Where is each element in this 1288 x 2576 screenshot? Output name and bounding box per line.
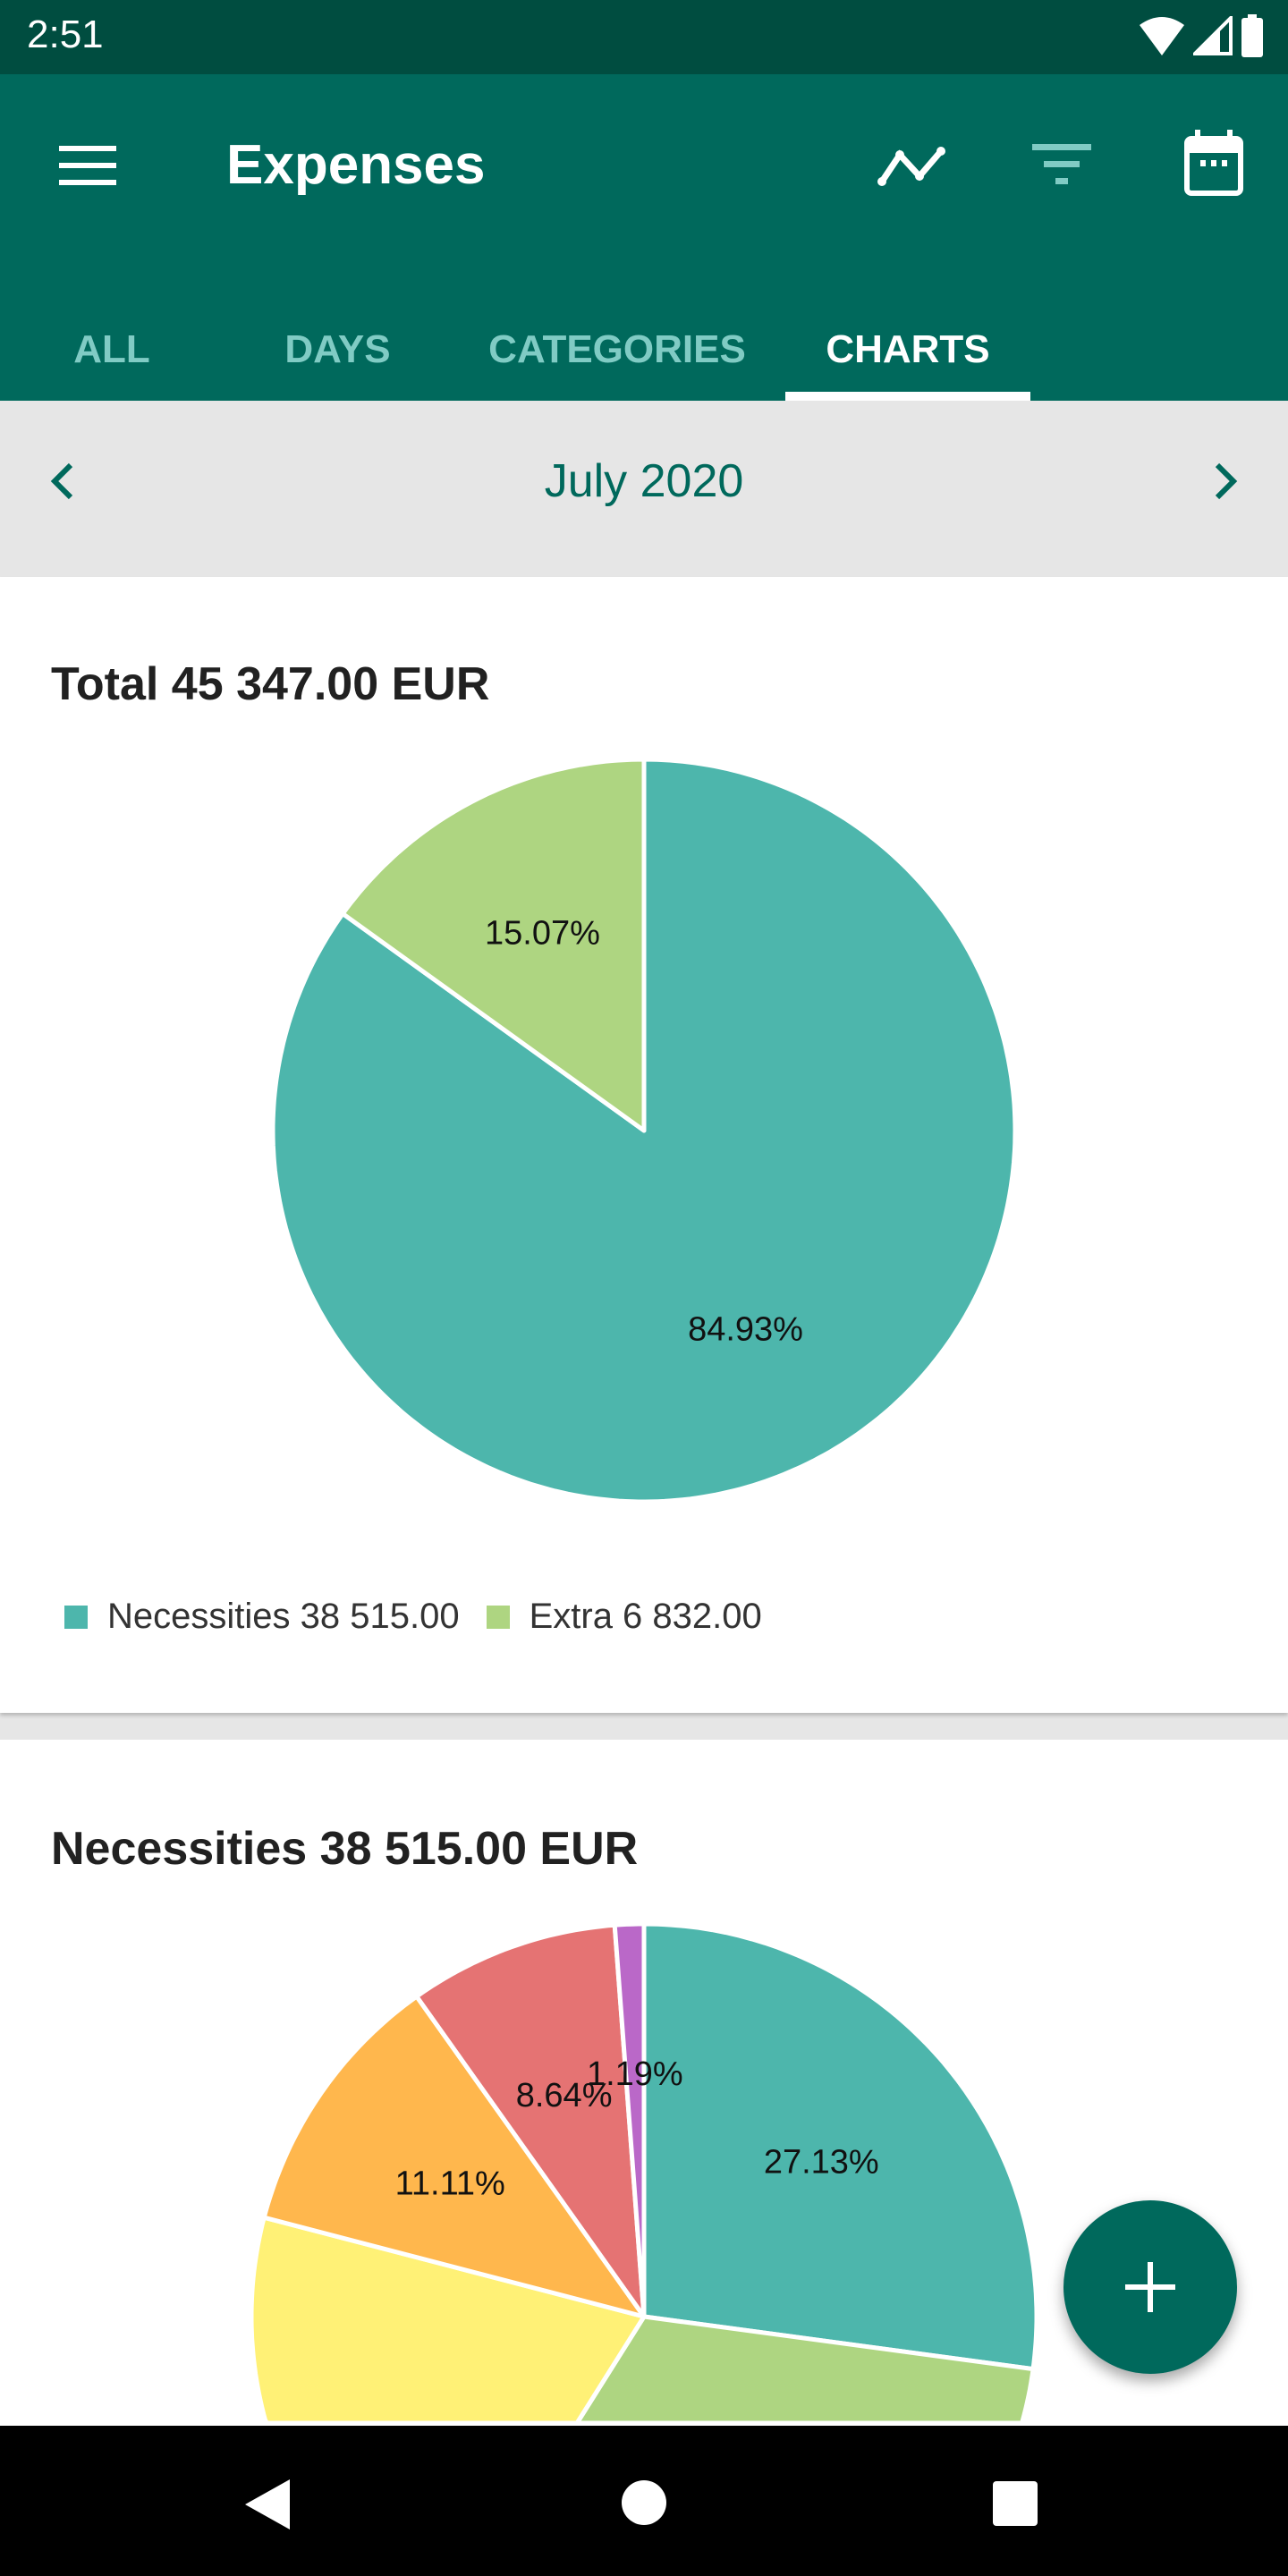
hamburger-menu-icon[interactable] (59, 146, 116, 185)
chevron-right-icon[interactable] (1212, 462, 1239, 501)
battery-icon (1241, 14, 1263, 57)
plus-icon (1125, 2262, 1175, 2312)
legend-label: Extra 6 832.00 (529, 1597, 762, 1636)
signal-icon (1193, 16, 1233, 55)
tab-days[interactable]: DAYS (259, 298, 416, 401)
system-nav-bar (0, 2426, 1288, 2576)
tab-categories[interactable]: CATEGORIES (474, 298, 760, 401)
total-chart-card: Total 45 347.00 EUR 84.93% 15.07% Necessi… (0, 577, 1288, 1713)
wifi-icon (1140, 17, 1184, 55)
add-expense-button[interactable] (1063, 2200, 1237, 2374)
tab-all[interactable]: ALL (36, 298, 188, 401)
calendar-icon[interactable] (1184, 130, 1243, 196)
app-bar: Expenses ALL DAYS CATEGORIES CHARTS (0, 74, 1288, 401)
status-time: 2:51 (27, 13, 104, 56)
filter-icon[interactable] (1032, 144, 1091, 185)
recents-icon[interactable] (993, 2481, 1038, 2530)
slice-label: 15.07% (485, 914, 600, 952)
legend-swatch (64, 1605, 88, 1629)
slice-label: 27.13% (764, 2144, 879, 2182)
tab-indicator (785, 392, 1030, 401)
back-icon[interactable] (245, 2479, 290, 2534)
chart-legend: Necessities 38 515.00 Extra 6 832.00 (64, 1597, 789, 1637)
slice-label: 84.93% (688, 1311, 803, 1349)
tab-bar: ALL DAYS CATEGORIES CHARTS (0, 298, 1288, 401)
period-selector: July 2020 (0, 401, 1288, 577)
slice-label: 11.11% (395, 2165, 505, 2202)
trend-chart-icon[interactable] (877, 144, 948, 189)
slice-label: 1.19% (587, 2055, 683, 2093)
legend-label: Necessities 38 515.00 (107, 1597, 460, 1636)
total-pie-chart: 84.93% 15.07% (270, 757, 1018, 1504)
legend-item-necessities: Necessities 38 515.00 (64, 1597, 460, 1637)
home-icon[interactable] (621, 2479, 667, 2530)
status-bar: 2:51 (0, 0, 1288, 74)
tab-charts[interactable]: CHARTS (785, 298, 1030, 401)
page-title: Expenses (226, 134, 486, 196)
period-label: July 2020 (544, 455, 744, 507)
legend-item-extra: Extra 6 832.00 (486, 1597, 762, 1637)
legend-swatch (486, 1605, 510, 1629)
